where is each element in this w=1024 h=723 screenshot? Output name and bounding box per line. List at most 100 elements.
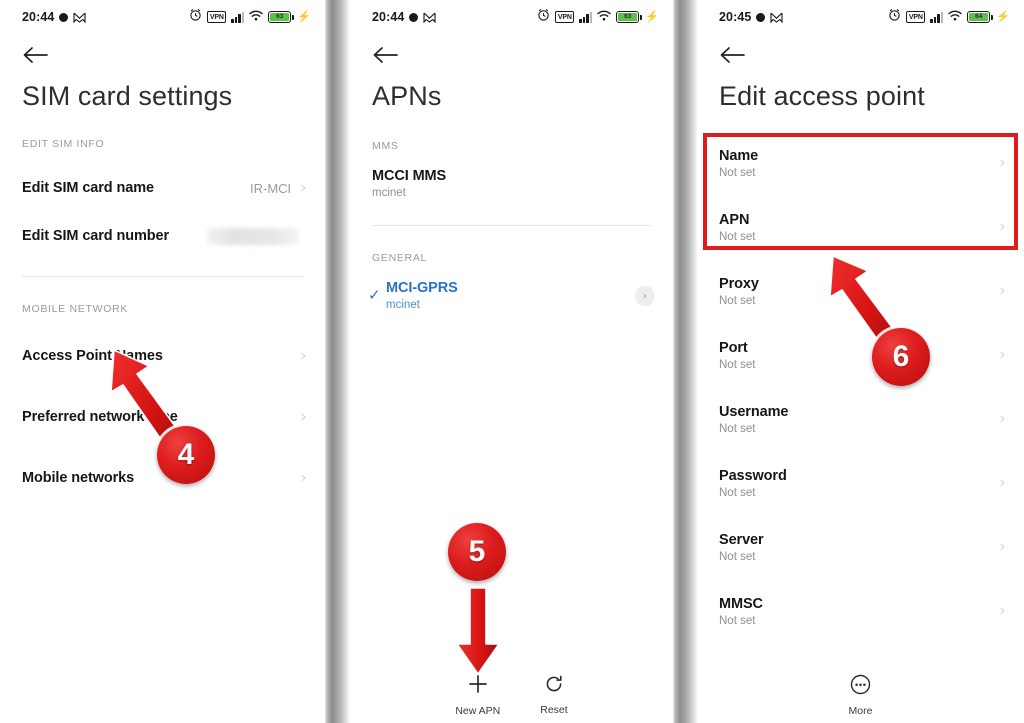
mail-icon xyxy=(73,12,87,24)
row-title: APN xyxy=(719,212,750,228)
signal-icon xyxy=(231,11,245,23)
chevron-right-icon: › xyxy=(300,467,307,488)
chevron-right-icon: › xyxy=(999,217,1006,237)
status-bar-right: VPN 64 ⚡ xyxy=(888,8,1010,26)
apn-details-chevron-icon[interactable]: › xyxy=(635,285,655,306)
charging-bolt-icon: ⚡ xyxy=(297,10,311,23)
row-title: Edit SIM card name xyxy=(22,180,154,196)
row-title: Port xyxy=(719,340,748,356)
row-value: Not set xyxy=(719,615,756,627)
row-title: MMSC xyxy=(719,596,763,612)
apn-value: mcinet xyxy=(386,299,420,311)
notification-dot-icon xyxy=(409,12,419,22)
phone-screen-apns: 20:44 VPN 63 ⚡ APNs MMS MCCI MMS mcinet … xyxy=(350,0,673,723)
battery-percent: 64 xyxy=(975,12,983,20)
row-edit-sim-card-name[interactable]: Edit SIM card name IR-MCI › xyxy=(0,164,325,212)
reset-icon xyxy=(544,674,564,699)
back-arrow-icon[interactable] xyxy=(719,46,745,64)
reset-label: Reset xyxy=(540,704,568,716)
charging-bolt-icon: ⚡ xyxy=(645,10,659,23)
notification-dot-icon xyxy=(59,12,69,22)
back-arrow-icon[interactable] xyxy=(372,46,398,64)
status-bar: 20:44 VPN 63 ⚡ xyxy=(0,0,325,34)
back-row xyxy=(350,34,673,69)
row-value: Not set xyxy=(719,423,756,435)
charging-bolt-icon: ⚡ xyxy=(996,10,1010,23)
row-title: Preferred network type xyxy=(22,409,178,425)
back-row xyxy=(697,34,1024,69)
vpn-icon: VPN xyxy=(555,11,575,23)
apn-value: mcinet xyxy=(372,187,406,199)
phone-screen-edit-access-point: 20:45 VPN 64 ⚡ Edit access point Name No… xyxy=(697,0,1024,723)
status-bar-right: VPN 63 ⚡ xyxy=(537,8,659,26)
row-title: Mobile networks xyxy=(22,470,135,486)
notification-dot-icon xyxy=(756,12,766,22)
page-title: Edit access point xyxy=(719,81,925,111)
status-bar: 20:44 VPN 63 ⚡ xyxy=(350,0,673,34)
section-label-mobile-network: MOBILE NETWORK xyxy=(22,303,129,315)
chevron-right-icon: › xyxy=(300,177,307,198)
section-label-edit-sim-info: EDIT SIM INFO xyxy=(22,138,105,150)
check-icon: ✓ xyxy=(368,286,381,304)
apn-row-mci-gprs[interactable]: ✓ MCI-GPRS mcinet › xyxy=(350,280,673,311)
alarm-icon xyxy=(888,8,901,26)
mail-icon xyxy=(770,12,784,24)
row-apn[interactable]: APN Not set › xyxy=(697,200,1024,255)
chevron-right-icon: › xyxy=(300,345,307,366)
new-apn-button[interactable]: New APN xyxy=(455,673,500,717)
row-title: Username xyxy=(719,404,789,420)
row-password[interactable]: Password Not set › xyxy=(697,456,1024,511)
bottom-action-bar: New APN Reset xyxy=(350,673,673,717)
more-icon xyxy=(850,674,871,700)
apn-row-mcci-mms[interactable]: MCCI MMS mcinet xyxy=(350,168,673,199)
alarm-icon xyxy=(537,8,550,26)
row-edit-sim-card-number[interactable]: Edit SIM card number xyxy=(0,212,325,260)
phone-bezel-divider-2 xyxy=(673,0,698,723)
row-mmsc[interactable]: MMSC Not set › xyxy=(697,584,1024,639)
battery-percent: 63 xyxy=(276,12,284,20)
step-badge-6: 6 xyxy=(872,328,930,386)
chevron-right-icon: › xyxy=(999,537,1006,557)
wifi-icon xyxy=(597,8,611,26)
step-badge-5: 5 xyxy=(448,523,506,581)
status-bar-left: 20:45 xyxy=(719,10,784,24)
section-label-mms: MMS xyxy=(372,140,399,152)
row-value-sim-name: IR-MCI xyxy=(250,180,292,196)
row-name[interactable]: Name Not set › xyxy=(697,136,1024,191)
chevron-right-icon: › xyxy=(999,345,1006,365)
status-clock: 20:44 xyxy=(372,10,405,24)
new-apn-label: New APN xyxy=(455,705,501,717)
row-proxy[interactable]: Proxy Not set › xyxy=(697,264,1024,319)
status-bar: 20:45 VPN 64 ⚡ xyxy=(697,0,1024,34)
page-title: APNs xyxy=(372,81,442,111)
battery-icon: 63 xyxy=(268,11,294,23)
row-access-point-names[interactable]: Access Point Names › xyxy=(0,332,325,380)
mail-icon xyxy=(423,12,437,24)
vpn-icon: VPN xyxy=(906,11,926,23)
step-badge-4: 4 xyxy=(157,426,215,484)
row-title: Name xyxy=(719,148,759,164)
section-label-general: GENERAL xyxy=(372,252,428,264)
more-label: More xyxy=(848,705,873,717)
row-value: Not set xyxy=(719,167,756,179)
signal-icon xyxy=(930,11,944,23)
apn-name: MCCI MMS xyxy=(372,168,447,184)
row-preferred-network-type[interactable]: Preferred network type › xyxy=(0,393,325,441)
chevron-right-icon: › xyxy=(300,406,307,427)
reset-button[interactable]: Reset xyxy=(540,674,568,716)
row-port[interactable]: Port Not set › xyxy=(697,328,1024,383)
phone-bezel-divider-1 xyxy=(325,0,350,723)
row-value: Not set xyxy=(719,551,756,563)
vpn-icon: VPN xyxy=(207,11,227,23)
redacted-sim-number xyxy=(207,227,299,245)
row-username[interactable]: Username Not set › xyxy=(697,392,1024,447)
chevron-right-icon: › xyxy=(999,281,1006,301)
bottom-action-bar: More xyxy=(697,674,1024,717)
more-button[interactable]: More xyxy=(848,674,873,717)
back-arrow-icon[interactable] xyxy=(22,46,48,64)
back-row xyxy=(0,34,325,69)
status-bar-left: 20:44 xyxy=(22,10,87,24)
row-title: Password xyxy=(719,468,787,484)
battery-icon: 63 xyxy=(616,11,642,23)
row-server[interactable]: Server Not set › xyxy=(697,520,1024,575)
